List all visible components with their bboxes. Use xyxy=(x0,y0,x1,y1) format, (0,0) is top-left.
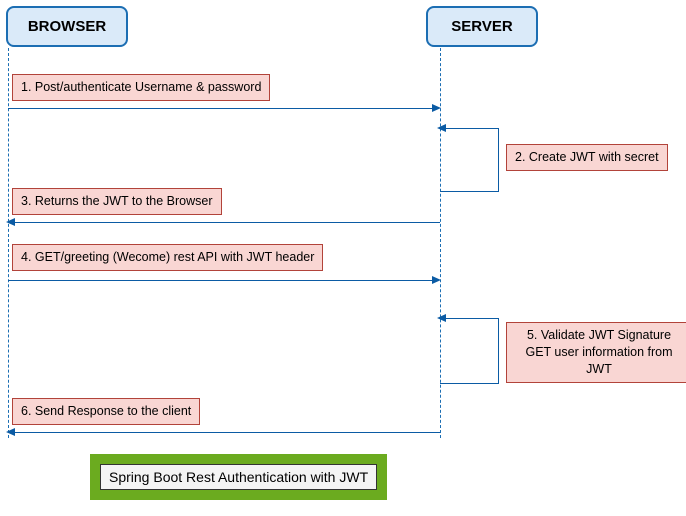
self-loop-5-head xyxy=(437,314,446,322)
arrow-1-head xyxy=(432,104,441,112)
step-3-label: 3. Returns the JWT to the Browser xyxy=(12,188,222,215)
diagram-title: Spring Boot Rest Authentication with JWT xyxy=(100,464,377,490)
arrow-4 xyxy=(8,280,433,281)
self-loop-2 xyxy=(440,128,499,192)
step-1-label: 1. Post/authenticate Username & password xyxy=(12,74,270,101)
self-loop-2-head xyxy=(437,124,446,132)
arrow-4-head xyxy=(432,276,441,284)
sequence-diagram: BROWSER SERVER 1. Post/authenticate User… xyxy=(0,0,686,516)
title-banner: Spring Boot Rest Authentication with JWT xyxy=(90,454,387,500)
arrow-1 xyxy=(8,108,433,109)
lifeline-browser xyxy=(8,48,9,438)
step-6-label: 6. Send Response to the client xyxy=(12,398,200,425)
step-5-label: 5. Validate JWT Signature GET user infor… xyxy=(506,322,686,383)
arrow-6-head xyxy=(6,428,15,436)
actor-server: SERVER xyxy=(426,6,538,47)
step-4-label: 4. GET/greeting (Wecome) rest API with J… xyxy=(12,244,323,271)
arrow-3-head xyxy=(6,218,15,226)
self-loop-5 xyxy=(440,318,499,384)
arrow-6 xyxy=(14,432,440,433)
arrow-3 xyxy=(14,222,440,223)
step-2-label: 2. Create JWT with secret xyxy=(506,144,668,171)
actor-browser: BROWSER xyxy=(6,6,128,47)
